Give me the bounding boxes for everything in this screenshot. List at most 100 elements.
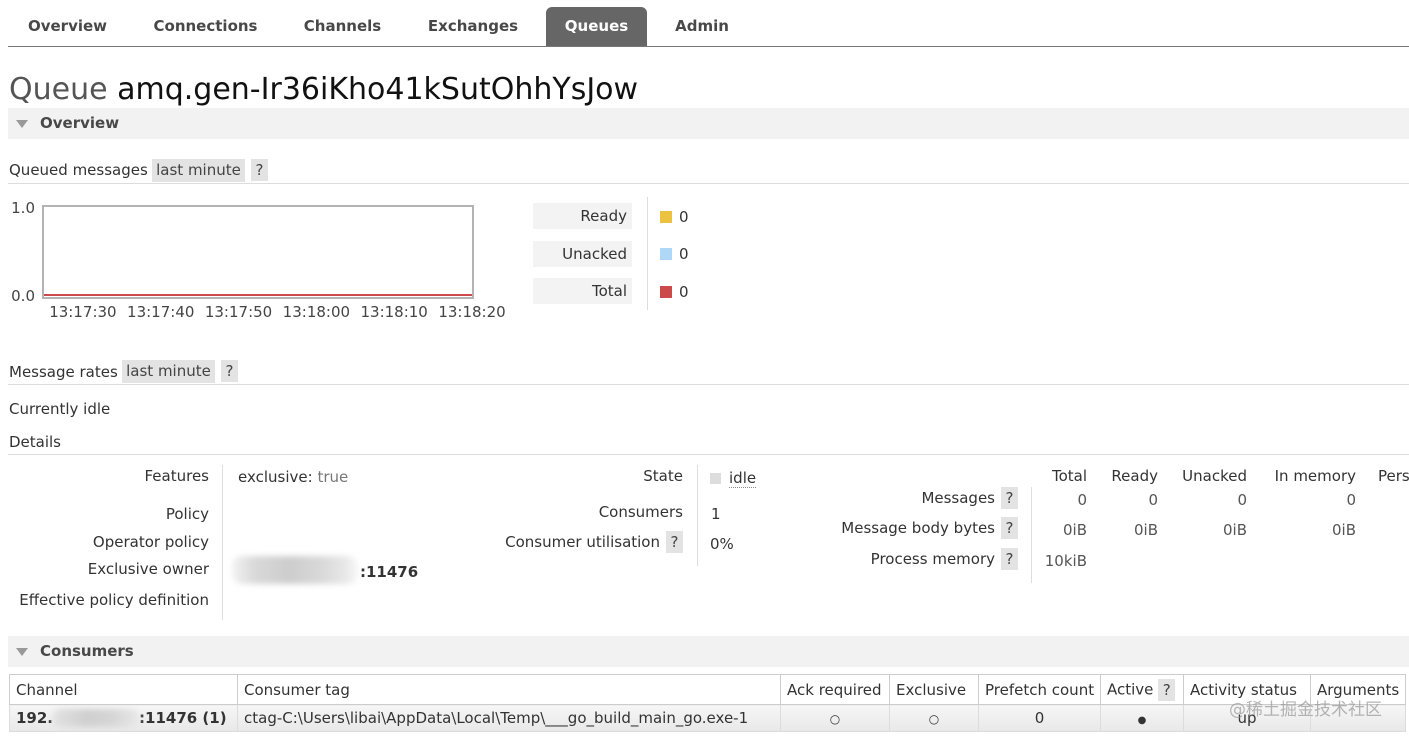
x-tick-label: 13:18:10 xyxy=(360,303,427,321)
legend-swatch-unacked xyxy=(660,248,672,260)
messages-help-button[interactable]: ? xyxy=(1001,487,1018,509)
overview-section-toggle[interactable]: Overview xyxy=(8,108,1409,139)
state-label: State xyxy=(643,467,683,485)
consumers-value: 1 xyxy=(711,505,721,523)
details-divider-middle xyxy=(697,465,698,566)
prefetch-count-cell: 0 xyxy=(978,704,1101,732)
overview-section-title: Overview xyxy=(40,114,120,132)
col-channel: Channel xyxy=(9,674,238,705)
messages-in-memory: 0 xyxy=(1346,491,1356,509)
message-body-bytes-label: Message body bytes xyxy=(841,519,995,537)
features-label: Features xyxy=(144,467,210,485)
redacted-owner-blur xyxy=(232,556,358,584)
messages-total: 0 xyxy=(1077,491,1087,509)
legend-divider xyxy=(647,197,648,310)
process-memory-total: 10kiB xyxy=(1044,552,1087,570)
features-value: exclusive: true xyxy=(238,467,348,487)
nav-divider xyxy=(8,46,1409,47)
x-tick-label: 13:18:20 xyxy=(438,303,505,321)
active-cell: ● xyxy=(1100,704,1184,732)
message-rates-label: Message rates xyxy=(9,363,118,381)
message-rates-help-button[interactable]: ? xyxy=(221,360,238,382)
exclusive-owner-label: Exclusive owner xyxy=(87,560,209,578)
consumers-section-toggle[interactable]: Consumers xyxy=(8,636,1409,667)
details-header: Details xyxy=(8,432,1409,455)
x-tick-label: 13:17:50 xyxy=(205,303,272,321)
message-rates-status: Currently idle xyxy=(9,400,111,418)
stats-col-total: Total xyxy=(1051,467,1087,485)
active-filled-circle-icon: ● xyxy=(1137,715,1147,726)
exclusive-empty-circle-icon: ○ xyxy=(928,712,940,726)
feature-key: exclusive: xyxy=(238,468,313,486)
legend-swatch-ready xyxy=(660,211,672,223)
consumers-label: Consumers xyxy=(598,503,683,521)
plot-area xyxy=(42,205,474,299)
channel-ip-prefix[interactable]: 192. xyxy=(16,709,53,727)
messages-ready: 0 xyxy=(1148,491,1158,509)
main-nav: Overview Connections Channels Exchanges … xyxy=(9,7,757,46)
queued-messages-help-button[interactable]: ? xyxy=(251,159,268,181)
bytes-total: 0iB xyxy=(1062,521,1087,539)
legend-value-total: 0 xyxy=(679,283,689,301)
channel-cell[interactable]: 192. :11476 (1) xyxy=(9,704,238,732)
tab-admin[interactable]: Admin xyxy=(656,7,748,46)
page-title-prefix: Queue xyxy=(9,72,108,107)
table-header-row: Channel Consumer tag Ack required Exclus… xyxy=(9,674,1406,705)
tab-queues[interactable]: Queues xyxy=(546,7,647,46)
consumer-utilisation-label: Consumer utilisation xyxy=(505,533,660,551)
legend-value-unacked: 0 xyxy=(679,245,689,263)
state-value: idle xyxy=(729,468,757,488)
active-help-button[interactable]: ? xyxy=(1158,678,1176,701)
state-idle-text: idle xyxy=(729,469,757,488)
tab-connections[interactable]: Connections xyxy=(135,7,276,46)
stats-col-ready: Ready xyxy=(1111,467,1158,485)
legend-swatch-total xyxy=(660,286,672,298)
bytes-ready: 0iB xyxy=(1133,521,1158,539)
messages-label: Messages xyxy=(921,489,995,507)
bytes-unacked: 0iB xyxy=(1222,521,1247,539)
x-tick-label: 13:18:00 xyxy=(283,303,350,321)
x-tick-label: 13:17:40 xyxy=(127,303,194,321)
tab-channels[interactable]: Channels xyxy=(285,7,400,46)
stats-col-in-memory: In memory xyxy=(1274,467,1356,485)
col-exclusive: Exclusive xyxy=(889,674,979,705)
collapse-triangle-icon xyxy=(16,120,28,128)
queued-messages-chart: 1.0 0.0 13:17:30 13:17:40 13:17:50 13:18:00 13… xyxy=(11,199,506,321)
effective-policy-definition-label: Effective policy definition xyxy=(19,591,209,609)
messages-unacked: 0 xyxy=(1237,491,1247,509)
queue-name: amq.gen-Ir36iKho41kSutOhhYsJow xyxy=(117,72,639,107)
table-row: 192. :11476 (1) ctag-C:\Users\libai\AppDa… xyxy=(9,704,1406,732)
process-memory-label: Process memory xyxy=(870,550,995,568)
message-rates-header: Message rates last minute ? xyxy=(8,360,1409,385)
col-ack-required: Ack required xyxy=(780,674,890,705)
consumers-section-title: Consumers xyxy=(40,642,134,660)
x-tick-label: 13:17:30 xyxy=(49,303,116,321)
y-tick-label: 1.0 xyxy=(11,199,35,217)
collapse-triangle-icon xyxy=(16,648,28,656)
consumer-tag-cell: ctag-C:\Users\libai\AppData\Local\Temp\_… xyxy=(237,704,781,732)
policy-label: Policy xyxy=(165,505,209,523)
exclusive-cell: ○ xyxy=(889,704,979,732)
exclusive-owner-link[interactable]: :11476 xyxy=(360,562,418,582)
tab-exchanges[interactable]: Exchanges xyxy=(409,7,537,46)
consumer-utilisation-help-button[interactable]: ? xyxy=(666,531,683,553)
ack-required-cell: ○ xyxy=(780,704,890,732)
legend-value-ready: 0 xyxy=(679,208,689,226)
message-body-bytes-help-button[interactable]: ? xyxy=(1001,517,1018,539)
legend-label-ready: Ready xyxy=(533,203,632,229)
queued-messages-label: Queued messages xyxy=(9,161,148,179)
feature-value: true xyxy=(317,468,349,486)
message-rates-range-button[interactable]: last minute xyxy=(122,360,215,383)
process-memory-help-button[interactable]: ? xyxy=(1001,548,1018,570)
tab-overview[interactable]: Overview xyxy=(9,7,126,46)
watermark: @稀土掘金技术社区 xyxy=(1229,700,1382,720)
channel-port[interactable]: :11476 (1) xyxy=(139,709,227,727)
queued-messages-header: Queued messages last minute ? xyxy=(8,158,1409,184)
legend-label-unacked: Unacked xyxy=(533,241,632,267)
queued-messages-range-button[interactable]: last minute xyxy=(152,159,245,182)
ack-required-empty-circle-icon: ○ xyxy=(829,712,841,726)
rabbitmq-queue-page: Overview Connections Channels Exchanges … xyxy=(0,0,1409,742)
y-tick-label: 0.0 xyxy=(11,287,35,305)
legend-label-total: Total xyxy=(533,278,632,304)
stats-col-unacked: Unacked xyxy=(1182,467,1247,485)
